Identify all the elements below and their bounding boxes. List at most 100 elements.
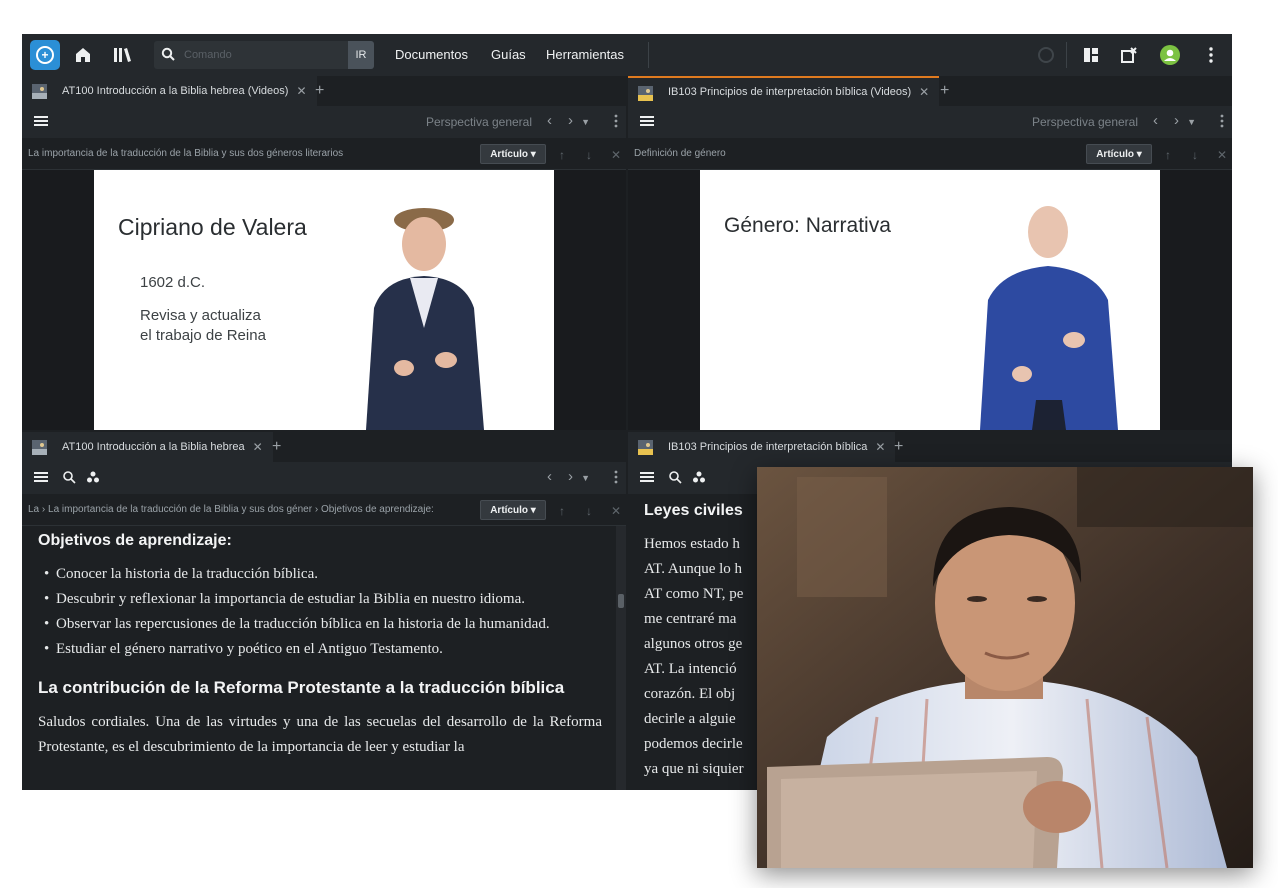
panel-toolbar: Perspectiva general ‹ › ▼ <box>22 106 626 138</box>
breadcrumb[interactable]: Definición de género <box>634 148 1074 159</box>
video-area: Género: Narrativa <box>628 170 1232 430</box>
photo-illustration <box>757 467 1253 868</box>
slide-date: 1602 d.C. <box>140 274 206 291</box>
panel-more-icon[interactable] <box>1220 114 1224 133</box>
slide-title: Cipriano de Valera <box>118 214 307 240</box>
panel-top-right: IB103 Principios de interpretación bíbli… <box>628 76 1232 430</box>
visual-filter-icon[interactable] <box>692 470 706 489</box>
search-icon[interactable] <box>62 470 76 489</box>
tab-bar: IB103 Principios de interpretación bíbli… <box>628 432 1232 462</box>
add-tab-icon[interactable]: + <box>894 438 903 456</box>
library-icon[interactable] <box>112 44 134 66</box>
sync-spinner-icon <box>1035 44 1057 66</box>
panel-menu-icon[interactable] <box>640 114 654 133</box>
tab-bar: AT100 Introducción a la Biblia hebrea (V… <box>22 76 626 106</box>
perspective-selector[interactable]: Perspectiva general <box>1032 115 1138 129</box>
breadcrumb[interactable]: La importancia de la traducción de la Bi… <box>28 148 468 159</box>
history-dropdown-icon[interactable]: ▼ <box>581 117 590 127</box>
top-bar: + IR Documentos Guías Herramientas <box>22 34 1232 76</box>
panel-toolbar: ‹ › ▼ <box>22 462 626 494</box>
tab-label: IB103 Principios de interpretación bíbli… <box>668 441 868 453</box>
list-item: Conocer la historia de la traducción bíb… <box>38 562 602 587</box>
scrollbar-thumb[interactable] <box>618 594 624 608</box>
close-icon[interactable]: ✕ <box>919 85 929 99</box>
forward-arrow-icon[interactable]: › <box>568 112 573 129</box>
arrow-up-icon[interactable]: ↑ <box>1165 148 1171 162</box>
add-tab-icon[interactable]: + <box>940 82 949 100</box>
panel-menu-icon[interactable] <box>34 470 48 489</box>
close-panels-icon[interactable] <box>1118 44 1140 66</box>
back-arrow-icon[interactable]: ‹ <box>1153 112 1158 129</box>
close-icon[interactable]: ✕ <box>296 84 306 98</box>
tab-ib103-videos[interactable]: IB103 Principios de interpretación bíbli… <box>628 76 940 106</box>
reader-text: Objetivos de aprendizaje: Conocer la his… <box>38 532 602 760</box>
video-player[interactable]: Género: Narrativa <box>700 170 1160 430</box>
search-icon <box>161 47 175 66</box>
panel-menu-icon[interactable] <box>34 114 48 133</box>
command-input[interactable] <box>184 45 334 65</box>
arrow-down-icon[interactable]: ↓ <box>1192 148 1198 162</box>
add-tab-icon[interactable]: + <box>315 82 324 100</box>
logos-home-logo[interactable]: + <box>30 40 60 70</box>
close-icon[interactable]: ✕ <box>875 440 885 454</box>
panel-top-left: AT100 Introducción a la Biblia hebrea (V… <box>22 76 626 430</box>
tab-at100-book[interactable]: AT100 Introducción a la Biblia hebrea ✕ <box>22 432 273 462</box>
arrow-down-icon[interactable]: ↓ <box>586 504 592 518</box>
tab-ib103-book[interactable]: IB103 Principios de interpretación bíbli… <box>628 432 896 462</box>
video-player[interactable]: Cipriano de Valera 1602 d.C. Revisa y ac… <box>94 170 554 430</box>
nav-documentos[interactable]: Documentos <box>395 47 468 62</box>
presenter-figure <box>980 206 1118 430</box>
forward-arrow-icon[interactable]: › <box>1174 112 1179 129</box>
scrollbar[interactable] <box>616 526 626 790</box>
go-button[interactable]: IR <box>348 41 374 69</box>
logo-icon: + <box>36 46 54 64</box>
arrow-up-icon[interactable]: ↑ <box>559 504 565 518</box>
history-dropdown-icon[interactable]: ▼ <box>1187 117 1196 127</box>
article-dropdown[interactable]: Artículo ▾ <box>480 144 546 164</box>
video-area: Cipriano de Valera 1602 d.C. Revisa y ac… <box>22 170 626 430</box>
tab-at100-videos[interactable]: AT100 Introducción a la Biblia hebrea (V… <box>22 76 317 106</box>
search-icon[interactable] <box>668 470 682 489</box>
add-tab-icon[interactable]: + <box>272 438 281 456</box>
tab-label: AT100 Introducción a la Biblia hebrea (V… <box>62 85 289 97</box>
panel-toolbar: Perspectiva general ‹ › ▼ <box>628 106 1232 138</box>
command-search: IR <box>154 41 374 69</box>
panel-more-icon[interactable] <box>614 114 618 133</box>
resource-thumbnail-icon <box>638 440 653 455</box>
slide-title: Género: Narrativa <box>724 214 891 237</box>
list-item: Observar las repercusiones de la traducc… <box>38 612 602 637</box>
arrow-up-icon[interactable]: ↑ <box>559 148 565 162</box>
presenter-figure <box>366 208 484 430</box>
close-bar-icon[interactable]: ✕ <box>611 148 621 162</box>
close-bar-icon[interactable]: ✕ <box>611 504 621 518</box>
close-bar-icon[interactable]: ✕ <box>1217 148 1227 162</box>
back-arrow-icon[interactable]: ‹ <box>547 112 552 129</box>
close-icon[interactable]: ✕ <box>253 440 263 454</box>
back-arrow-icon[interactable]: ‹ <box>547 468 552 485</box>
section-heading: Objetivos de aprendizaje: <box>38 532 232 549</box>
breadcrumb[interactable]: La › La importancia de la traducción de … <box>28 504 474 515</box>
perspective-selector[interactable]: Perspectiva general <box>426 115 532 129</box>
resource-thumbnail-icon <box>638 86 653 101</box>
reader-area: Objetivos de aprendizaje: Conocer la his… <box>22 526 626 790</box>
tab-label: AT100 Introducción a la Biblia hebrea <box>62 441 245 453</box>
nav-guias[interactable]: Guías <box>491 47 526 62</box>
home-icon[interactable] <box>72 44 94 66</box>
article-dropdown[interactable]: Artículo ▾ <box>1086 144 1152 164</box>
visual-filter-icon[interactable] <box>86 470 100 489</box>
tab-bar: AT100 Introducción a la Biblia hebrea ✕ … <box>22 432 626 462</box>
nav-herramientas[interactable]: Herramientas <box>546 47 624 62</box>
forward-arrow-icon[interactable]: › <box>568 468 573 485</box>
user-avatar[interactable] <box>1159 44 1181 66</box>
layouts-icon[interactable] <box>1080 44 1102 66</box>
article-dropdown[interactable]: Artículo ▾ <box>480 500 546 520</box>
panel-menu-icon[interactable] <box>640 470 654 489</box>
topbar-divider-right <box>1066 42 1067 68</box>
resource-thumbnail-icon <box>32 84 47 99</box>
history-dropdown-icon[interactable]: ▼ <box>581 473 590 483</box>
panel-more-icon[interactable] <box>614 470 618 489</box>
more-vertical-icon[interactable] <box>1200 44 1222 66</box>
topbar-divider <box>648 42 649 68</box>
tab-bar: IB103 Principios de interpretación bíbli… <box>628 76 1232 106</box>
arrow-down-icon[interactable]: ↓ <box>586 148 592 162</box>
